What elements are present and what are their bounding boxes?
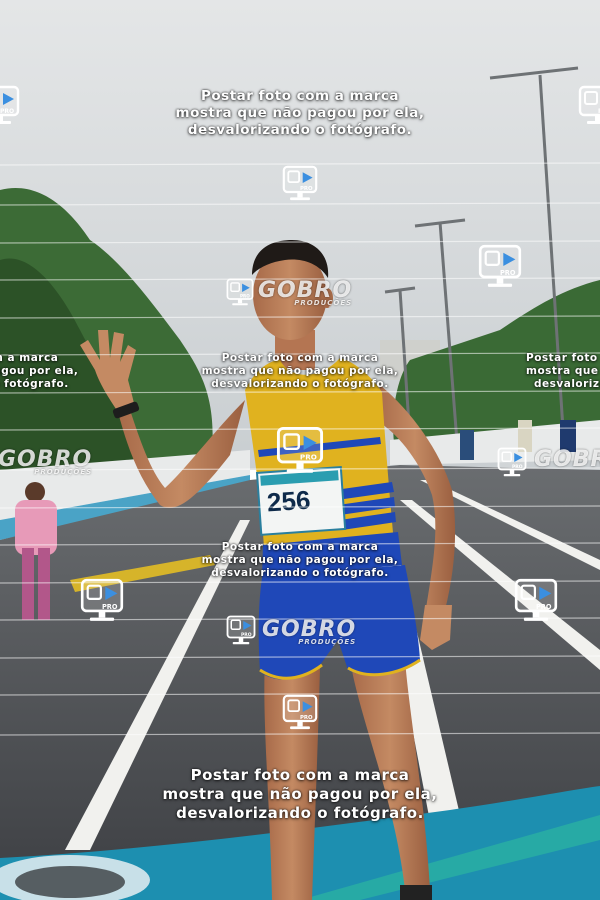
watermark-text-right-edge: Postar foto com a marca mostra que não p… bbox=[526, 352, 600, 391]
camera-badge-text: PRO bbox=[102, 603, 118, 611]
camera-watermark-icon: PRO bbox=[276, 426, 324, 476]
watermark-text-center: Postar foto com a marca mostra que não p… bbox=[201, 541, 399, 580]
gobro-logo-right: GOBRO bbox=[534, 447, 600, 472]
watermark-text-bottom: Postar foto com a marca mostra que não p… bbox=[162, 766, 438, 822]
camera-watermark-icon: PRO bbox=[0, 85, 20, 127]
watermark-text-left-edge: Postar foto com a marca mostra que não p… bbox=[0, 352, 79, 391]
bib-number: 256 bbox=[265, 484, 312, 518]
camera-badge-text: PRO bbox=[512, 464, 523, 470]
gobro-logo-center: GOBRO PRODUÇÕES bbox=[262, 617, 357, 646]
camera-badge-text: PRO bbox=[300, 453, 317, 462]
camera-badge-text: PRO bbox=[241, 632, 252, 638]
camera-badge-text: PRO bbox=[300, 186, 313, 192]
mat-logo-inner bbox=[15, 866, 125, 898]
camera-watermark-icon: PRO bbox=[578, 85, 600, 127]
camera-badge-text: PRO bbox=[300, 715, 313, 721]
camera-badge-text: PRO bbox=[240, 294, 250, 299]
camera-badge-text: PRO bbox=[0, 108, 14, 115]
camera-watermark-icon: PRO bbox=[80, 578, 124, 624]
camera-watermark-icon: PRO bbox=[282, 694, 318, 732]
camera-watermark-icon: PRO bbox=[478, 244, 522, 290]
camera-watermark-icon: PRO bbox=[282, 165, 318, 203]
watermark-text-top: Postar foto com a marca mostra que não p… bbox=[175, 88, 425, 138]
camera-badge-text: PRO bbox=[500, 269, 516, 277]
camera-badge-text: PRO bbox=[536, 603, 552, 611]
camera-watermark-icon: PRO bbox=[497, 447, 527, 479]
camera-watermark-icon: PRO bbox=[514, 578, 558, 624]
camera-watermark-icon: PRO bbox=[226, 278, 254, 307]
race-bib: 256 bbox=[259, 470, 343, 532]
photo-scene: 256 Postar foto com a marca mostra que n… bbox=[0, 0, 600, 900]
camera-watermark-icon: PRO bbox=[226, 615, 256, 647]
gobro-logo-top: GOBRO PRODUÇÕES bbox=[258, 278, 353, 307]
watermark-text-mid: Postar foto com a marca mostra que não p… bbox=[201, 352, 399, 391]
gobro-logo-left: GOBRO PRODUÇÕES bbox=[0, 447, 93, 476]
